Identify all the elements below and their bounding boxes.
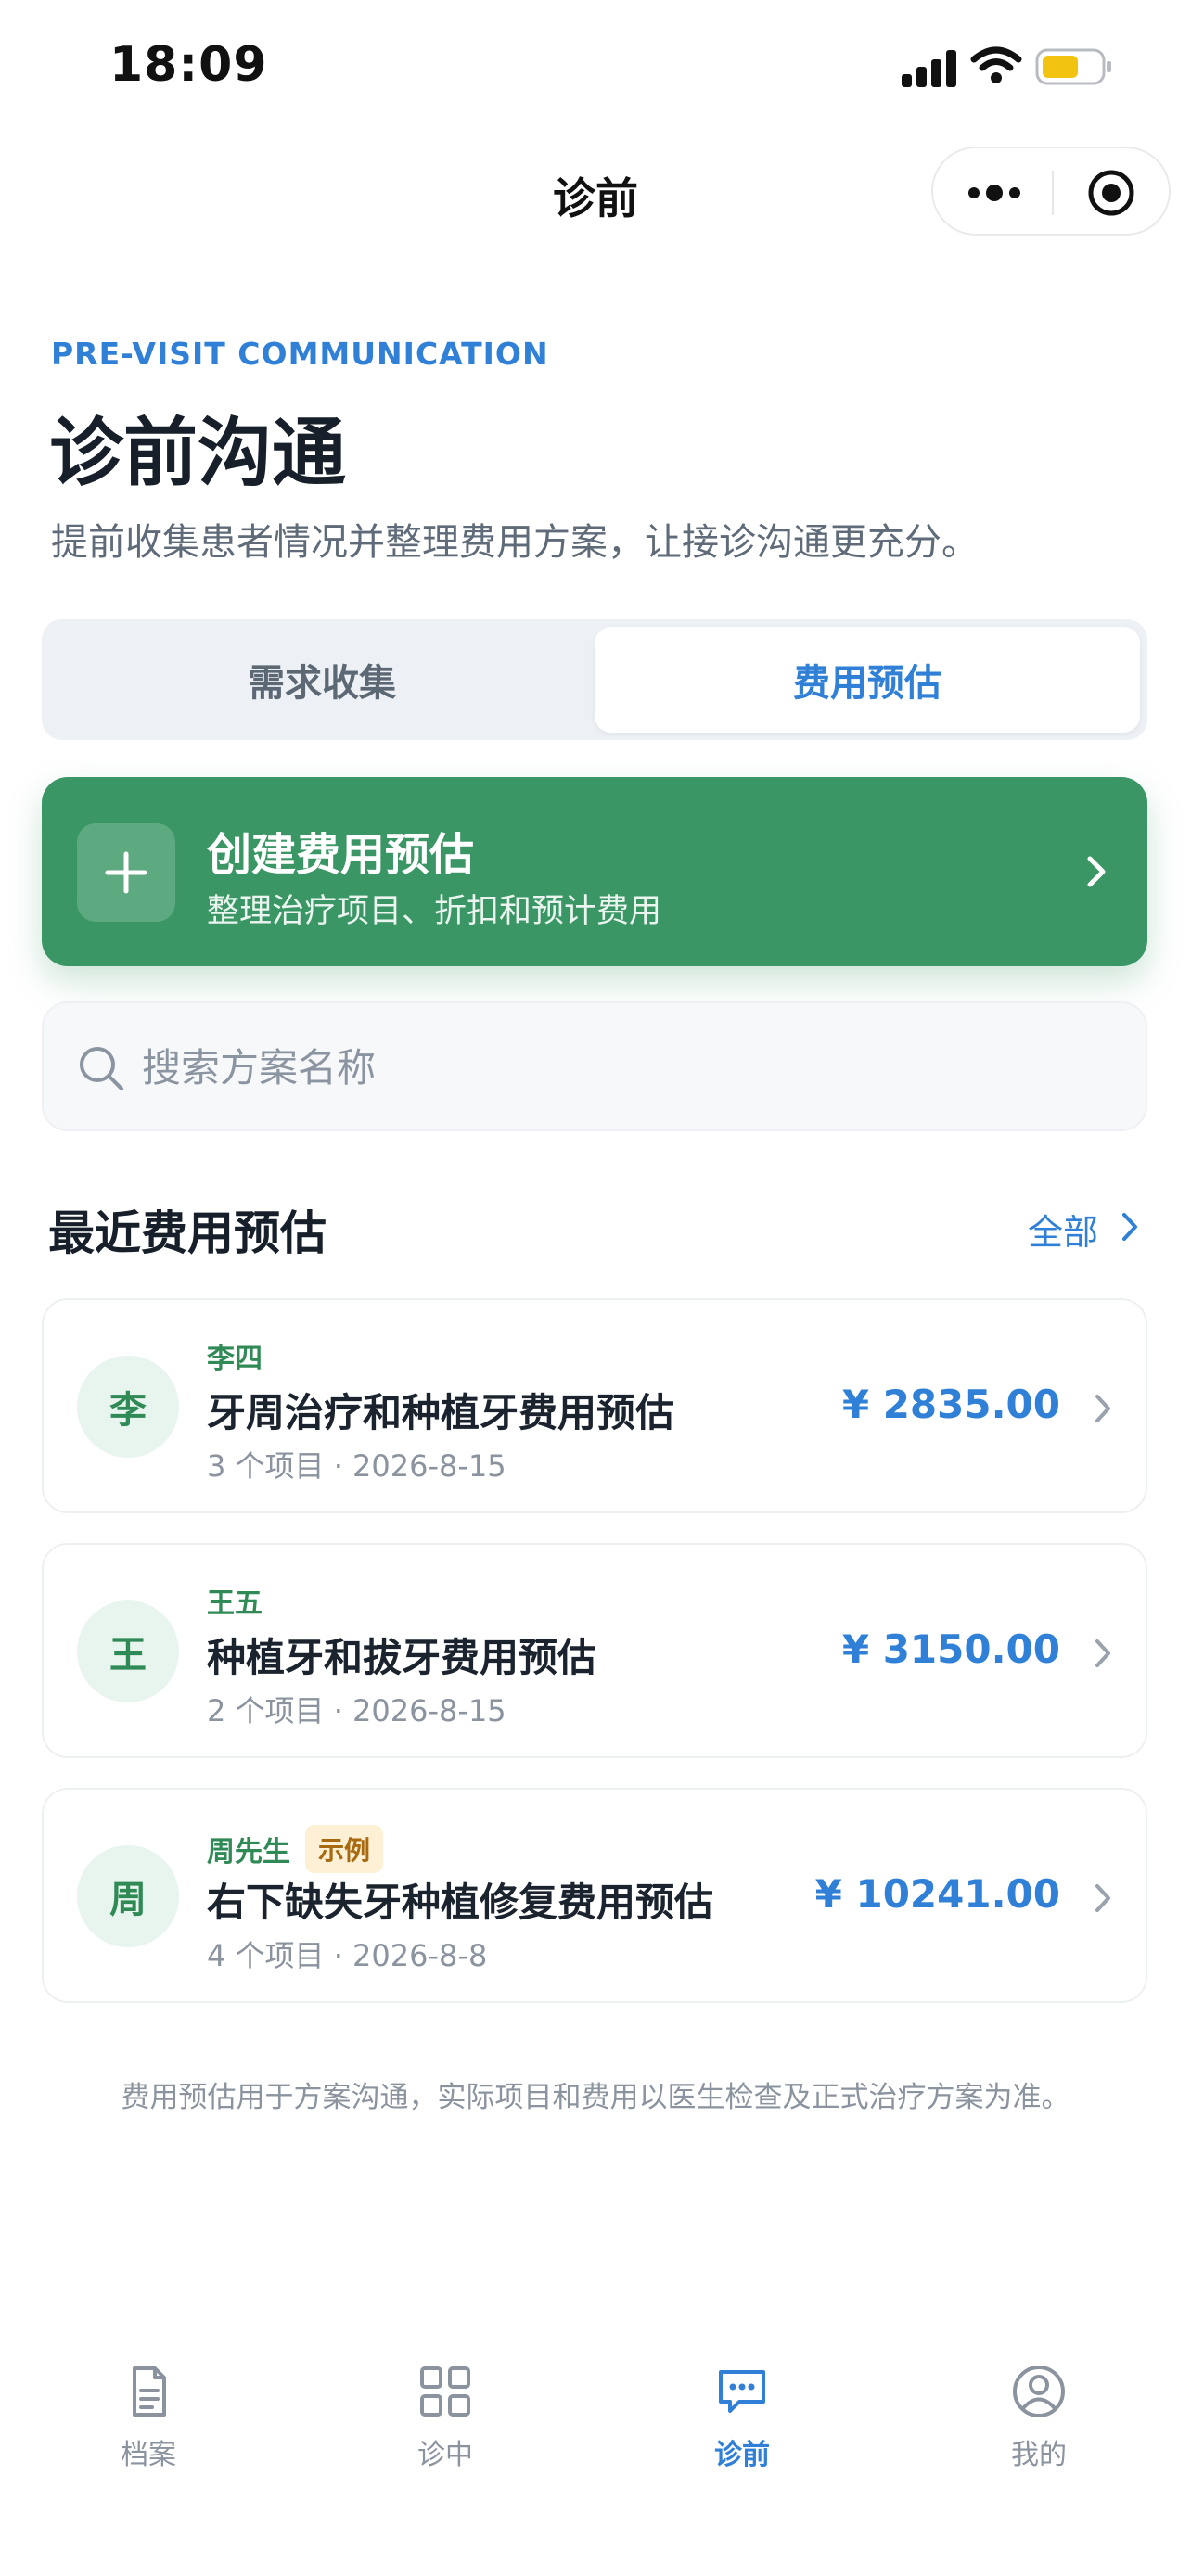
search-bar xyxy=(42,1001,1147,1131)
wifi-icon xyxy=(970,46,1022,83)
avatar: 李 xyxy=(77,1356,179,1458)
search-input[interactable] xyxy=(142,1037,1069,1098)
disclaimer-text: 费用预估用于方案沟通，实际项目和费用以医生检查及正式治疗方案为准。 xyxy=(121,2081,1070,2114)
chevron-right-icon xyxy=(1095,1639,1110,1667)
estimate-name: 牙周治疗和种植牙费用预估 xyxy=(207,1390,675,1435)
estimate-card[interactable]: 周 周先生 示例 右下缺失牙种植修复费用预估 4 个项目 · 2026-8-8 … xyxy=(42,1788,1147,2003)
miniprogram-capsule xyxy=(931,147,1171,236)
patient-name: 李四 xyxy=(207,1343,263,1375)
chevron-right-icon[interactable] xyxy=(1121,1211,1139,1243)
avatar: 周 xyxy=(77,1845,179,1947)
search-icon xyxy=(80,1047,123,1090)
tabbar-label: 诊前 xyxy=(714,2439,770,2471)
patient-row: 李四 xyxy=(207,1335,263,1376)
tabbar-item-records[interactable]: 档案 xyxy=(74,2363,223,2472)
tabbar-label: 我的 xyxy=(1011,2439,1067,2471)
tabbar-label: 档案 xyxy=(121,2439,176,2471)
page-title: 诊前沟通 xyxy=(49,410,346,496)
grid-icon xyxy=(420,2366,470,2417)
create-estimate-button[interactable]: 创建费用预估 整理治疗项目、折扣和预计费用 xyxy=(42,777,1147,966)
estimate-amount: ¥ 3150.00 xyxy=(841,1626,1060,1672)
page-subtitle: 提前收集患者情况并整理费用方案，让接诊沟通更充分。 xyxy=(51,521,979,564)
sample-badge: 示例 xyxy=(305,1825,384,1873)
chevron-right-icon xyxy=(1095,1395,1110,1422)
signal-icon xyxy=(902,50,957,87)
chevron-right-icon xyxy=(1095,1884,1110,1912)
screen: 18:09 诊前 PRE-VISIT COMMUNICATION 诊前沟通 提前… xyxy=(0,0,1191,2576)
tabbar-item-pre-visit[interactable]: 诊前 xyxy=(668,2363,816,2472)
estimate-meta: 2 个项目 · 2026-8-15 xyxy=(207,1693,506,1728)
estimate-card[interactable]: 李 李四 牙周治疗和种植牙费用预估 3 个项目 · 2026-8-15 ¥ 28… xyxy=(42,1298,1147,1513)
see-all-link[interactable]: 全部 xyxy=(1028,1204,1098,1255)
patient-name: 周先生 xyxy=(207,1836,290,1868)
tab-requirements[interactable]: 需求收集 xyxy=(49,627,595,733)
battery-icon xyxy=(1035,48,1111,85)
estimate-meta: 3 个项目 · 2026-8-15 xyxy=(207,1448,506,1484)
more-icon[interactable] xyxy=(965,174,1024,211)
user-icon xyxy=(1013,2366,1065,2417)
estimate-amount: ¥ 2835.00 xyxy=(841,1382,1060,1427)
estimate-card[interactable]: 王 王五 种植牙和拔牙费用预估 2 个项目 · 2026-8-15 ¥ 3150… xyxy=(42,1543,1147,1758)
recent-estimates-title: 最近费用预估 xyxy=(48,1206,327,1260)
tab-cost-estimate[interactable]: 费用预估 xyxy=(595,627,1140,733)
tabbar-item-me[interactable]: 我的 xyxy=(965,2363,1113,2472)
patient-name: 王五 xyxy=(207,1588,263,1620)
plus-icon xyxy=(77,823,175,922)
segmented-tabs: 需求收集 费用预估 xyxy=(42,619,1147,740)
patient-row: 周先生 示例 xyxy=(207,1825,384,1873)
capsule-divider xyxy=(1052,171,1054,215)
avatar: 王 xyxy=(77,1600,179,1702)
create-estimate-desc: 整理治疗项目、折扣和预计费用 xyxy=(207,893,662,930)
patient-row: 王五 xyxy=(207,1580,263,1621)
tabbar-item-in-visit[interactable]: 诊中 xyxy=(371,2363,519,2472)
status-time: 18:09 xyxy=(109,37,268,93)
estimate-meta: 4 个项目 · 2026-8-8 xyxy=(207,1938,488,1973)
estimate-amount: ¥ 10241.00 xyxy=(814,1871,1060,1917)
chat-icon xyxy=(719,2370,765,2413)
eyebrow: PRE-VISIT COMMUNICATION xyxy=(51,336,549,372)
close-target-icon[interactable] xyxy=(1087,169,1135,217)
document-icon xyxy=(133,2366,166,2417)
chevron-right-icon xyxy=(1087,856,1106,887)
tabbar-label: 诊中 xyxy=(417,2439,473,2471)
estimate-name: 右下缺失牙种植修复费用预估 xyxy=(207,1880,714,1925)
estimate-name: 种植牙和拔牙费用预估 xyxy=(207,1635,597,1680)
create-estimate-title: 创建费用预估 xyxy=(207,829,475,881)
